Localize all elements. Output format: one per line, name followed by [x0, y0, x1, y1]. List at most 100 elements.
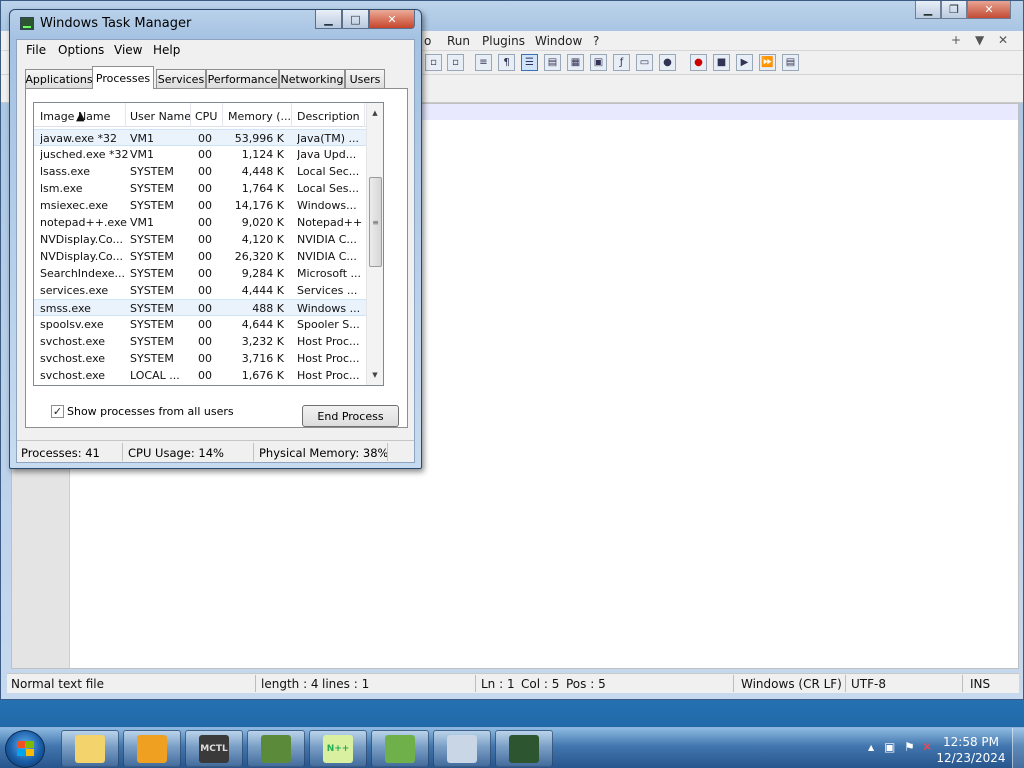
status-insert-mode[interactable]: INS	[970, 677, 990, 691]
close-button[interactable]: ✕	[967, 1, 1011, 19]
folder-icon[interactable]: ▭	[636, 54, 653, 71]
process-row[interactable]: javaw.exe *32 VM1 00 53,996 K Java(TM) ...	[34, 129, 367, 146]
tab-applications[interactable]: Applications	[25, 69, 93, 88]
taskbar-app-button[interactable]	[433, 730, 491, 767]
taskbar-app-button[interactable]: MCTL	[185, 730, 243, 767]
process-description: Windows ...	[297, 302, 361, 315]
status-col: Col : 5	[521, 677, 560, 691]
tab-services[interactable]: Services	[156, 69, 206, 88]
wrap-icon[interactable]: ≡	[475, 54, 492, 71]
toolbar-icon[interactable]: ▣	[590, 54, 607, 71]
function-list-icon[interactable]: ƒ	[613, 54, 630, 71]
process-row[interactable]: svchost.exe LOCAL ... 00 1,676 K Host Proc..…	[34, 367, 367, 384]
process-memory: 53,996 K	[234, 132, 284, 145]
toolbar-icon[interactable]: ▦	[567, 54, 584, 71]
process-row[interactable]: spoolsv.exe SYSTEM 00 4,644 K Spooler S...	[34, 316, 367, 333]
process-row[interactable]: lsm.exe SYSTEM 00 1,764 K Local Ses...	[34, 180, 367, 197]
menu-help[interactable]: ?	[593, 34, 599, 48]
toolbar-icon[interactable]: ▤	[544, 54, 561, 71]
process-user-name: SYSTEM	[130, 250, 174, 263]
show-all-users-checkbox[interactable]: ✓	[51, 405, 64, 418]
process-description: NVIDIA C...	[297, 233, 357, 246]
process-row[interactable]: smss.exe SYSTEM 00 488 K Windows ...	[34, 299, 367, 316]
status-eol[interactable]: Windows (CR LF)	[741, 677, 842, 691]
taskbar-app-button[interactable]	[61, 730, 119, 767]
process-list[interactable]: ▲ Image Name User Name CPU Memory (... D…	[33, 102, 384, 386]
taskbar-app-button[interactable]	[247, 730, 305, 767]
toolbar-icon[interactable]: ▫	[425, 54, 442, 71]
network-icon[interactable]: ▣	[884, 740, 895, 754]
process-memory: 1,676 K	[241, 369, 284, 382]
column-memory[interactable]: Memory (...	[228, 110, 291, 123]
clock-time[interactable]: 12:58 PM	[931, 735, 1011, 749]
column-image-name[interactable]: Image Name	[40, 110, 110, 123]
stop-macro-icon[interactable]: ■	[713, 54, 730, 71]
taskbar-app-button[interactable]: N++	[309, 730, 367, 767]
menu-file[interactable]: File	[26, 43, 46, 57]
menu-plugins[interactable]: Plugins	[482, 34, 525, 48]
scroll-up-icon[interactable]: ▲	[367, 105, 383, 121]
scrollbar-thumb[interactable]: ≡	[369, 177, 382, 267]
new-tab-button[interactable]: +	[951, 33, 961, 47]
maximize-button[interactable]: □	[342, 10, 369, 29]
indent-guide-icon[interactable]: ☰	[521, 54, 538, 71]
process-list-scrollbar[interactable]: ▲ ≡ ▼	[366, 103, 383, 385]
process-row[interactable]: svchost.exe SYSTEM 00 3,716 K Host Proc...	[34, 350, 367, 367]
taskbar-app-button[interactable]	[371, 730, 429, 767]
tab-networking[interactable]: Networking	[279, 69, 345, 88]
menu-help[interactable]: Help	[153, 43, 180, 57]
minimize-button[interactable]: ▁	[915, 1, 941, 19]
status-encoding[interactable]: UTF-8	[851, 677, 886, 691]
process-user-name: SYSTEM	[130, 284, 174, 297]
minimize-button[interactable]: ▁	[315, 10, 342, 29]
play-multiple-icon[interactable]: ⏩	[759, 54, 776, 71]
process-cpu: 00	[198, 233, 212, 246]
pilcrow-icon[interactable]: ¶	[498, 54, 515, 71]
save-macro-icon[interactable]: ▤	[782, 54, 799, 71]
show-hidden-icons-arrow-icon[interactable]: ▲	[868, 743, 874, 752]
menu-window[interactable]: Window	[535, 34, 582, 48]
close-doc-button[interactable]: ✕	[998, 33, 1008, 47]
process-row[interactable]: SearchIndexe... SYSTEM 00 9,284 K Microsoft …	[34, 265, 367, 282]
toolbar-icon[interactable]: ▫	[447, 54, 464, 71]
process-image-name: NVDisplay.Co...	[40, 233, 123, 246]
process-row[interactable]: NVDisplay.Co... SYSTEM 00 4,120 K NVIDIA C..…	[34, 231, 367, 248]
process-row[interactable]: lsass.exe SYSTEM 00 4,448 K Local Sec...	[34, 163, 367, 180]
monitor-icon[interactable]: ●	[659, 54, 676, 71]
process-row[interactable]: services.exe SYSTEM 00 4,444 K Services ...	[34, 282, 367, 299]
process-row[interactable]: msiexec.exe SYSTEM 00 14,176 K Windows...	[34, 197, 367, 214]
show-all-users-label[interactable]: Show processes from all users	[67, 405, 234, 418]
tab-list-button[interactable]: ▼	[975, 33, 984, 47]
process-row[interactable]: notepad++.exe VM1 00 9,020 K Notepad++	[34, 214, 367, 231]
menu-view[interactable]: View	[114, 43, 142, 57]
process-row[interactable]: NVDisplay.Co... SYSTEM 00 26,320 K NVIDIA C.…	[34, 248, 367, 265]
tab-users[interactable]: Users	[345, 69, 385, 88]
task-manager-icon	[509, 734, 539, 763]
tab-performance[interactable]: Performance	[206, 69, 279, 88]
start-button[interactable]	[5, 730, 45, 768]
taskbar-app-button[interactable]	[495, 730, 553, 767]
scroll-down-icon[interactable]: ▼	[367, 367, 383, 383]
process-row[interactable]: svchost.exe SYSTEM 00 3,232 K Host Proc...	[34, 333, 367, 350]
record-macro-icon[interactable]: ●	[690, 54, 707, 71]
process-memory: 4,444 K	[241, 284, 284, 297]
clock-date[interactable]: 12/23/2024	[931, 751, 1011, 765]
action-center-flag-icon[interactable]: ⚑	[904, 740, 915, 754]
show-desktop-button[interactable]	[1012, 728, 1024, 768]
process-row[interactable]: jusched.exe *32 VM1 00 1,124 K Java Upd...	[34, 146, 367, 163]
play-macro-icon[interactable]: ▶	[736, 54, 753, 71]
column-cpu[interactable]: CPU	[195, 110, 217, 123]
maximize-button[interactable]: ❐	[941, 1, 967, 19]
end-process-button[interactable]: End Process	[302, 405, 399, 427]
menu-options[interactable]: Options	[58, 43, 104, 57]
process-cpu: 00	[198, 165, 212, 178]
column-user-name[interactable]: User Name	[130, 110, 191, 123]
column-description[interactable]: Description	[297, 110, 360, 123]
tab-processes[interactable]: Processes	[92, 66, 154, 89]
close-button[interactable]: ✕	[369, 10, 415, 29]
menu-run[interactable]: Run	[447, 34, 470, 48]
taskbar-app-button[interactable]	[123, 730, 181, 767]
process-description: Local Sec...	[297, 165, 360, 178]
menu-macro[interactable]: o	[424, 34, 431, 48]
calculator-icon	[447, 734, 477, 763]
